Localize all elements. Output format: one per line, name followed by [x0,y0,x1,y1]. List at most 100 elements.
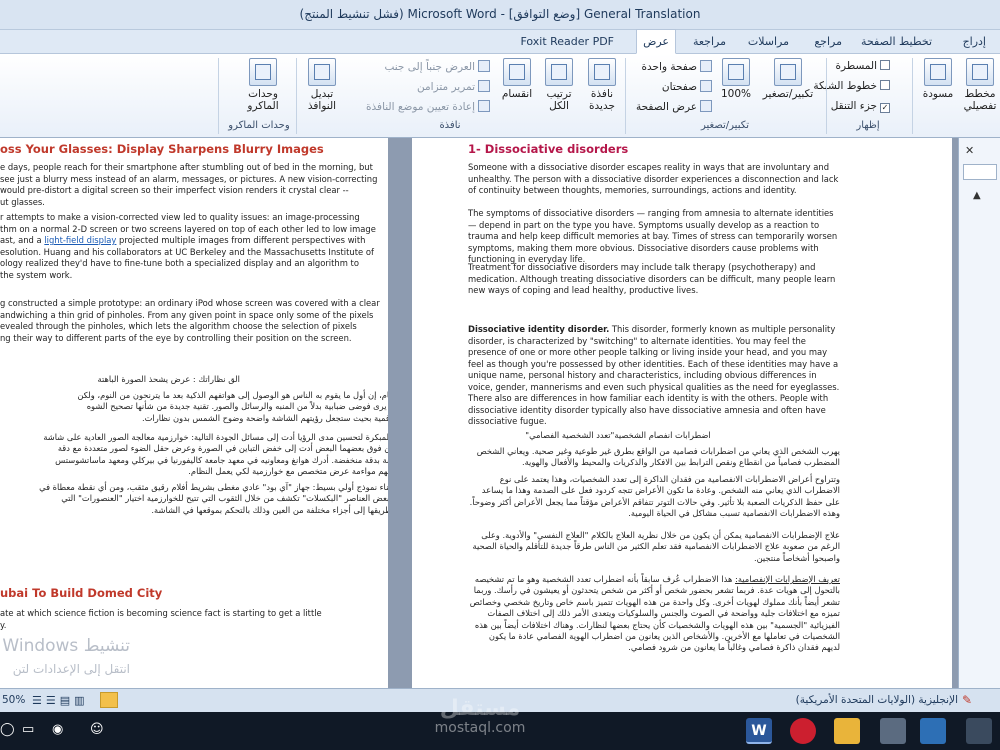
store-icon[interactable] [920,718,946,744]
watermark-latin: mostaql.com [434,720,526,736]
title-bar: General Translation [وضع التوافق] - Micr… [0,0,1000,30]
tab-view[interactable]: عرض [636,29,676,54]
tab-insert[interactable]: إدراج [957,33,992,50]
left-arabic-paragraph-3: قام هوانغ ببناء نموذج أولي بسيط: جهاز "آ… [39,482,388,515]
page-width-button[interactable]: عرض الصفحة [636,100,712,113]
left-page[interactable]: oss Your Glasses: Display Sharpens Blurr… [0,138,388,688]
opera-icon[interactable] [790,718,816,744]
tab-page-layout[interactable]: تخطيط الصفحة [855,33,938,50]
outline-view-button[interactable]: مخطط تفصيلي [960,58,1000,112]
people-icon[interactable]: ☺ [90,722,104,737]
side-by-side-button[interactable]: العرض جنباً إلى جنب [384,60,490,73]
pane-up-arrow-icon[interactable]: ▲ [973,190,981,201]
language-indicator[interactable]: الإنجليزية (الولايات المتحدة الأمريكية) [700,694,958,706]
reset-position-icon [478,100,490,112]
right-paragraph-3: Treatment for dissociative disorders may… [468,262,836,295]
document-workspace: oss Your Glasses: Display Sharpens Blurr… [0,138,1000,688]
task-view-icon[interactable]: ▭ [22,722,34,737]
left-paragraph-1: e days, people reach for their smartphon… [0,162,378,207]
pane-close-icon[interactable]: ✕ [965,144,974,157]
group-label-macros: وحدات الماكرو [228,120,290,131]
pane-search-input[interactable] [963,164,997,180]
group-separator [218,58,219,134]
right-arabic-paragraph-2: وتتراوح أعراض الاضطرابات الانفصامية من ف… [469,474,840,519]
macros-button[interactable]: وحدات الماكرو [236,58,290,112]
two-pages-icon [700,80,712,92]
sync-scroll-icon [478,80,490,92]
light-field-link[interactable]: light-field display [44,235,116,245]
window-title: General Translation [وضع التوافق] - Micr… [299,7,701,21]
new-window-button[interactable]: نافذة جديدة [580,58,624,112]
right-paragraph-1: Someone with a dissociative disorder esc… [468,162,839,195]
right-arabic-paragraph-1: يهرب الشخص الذي يعاني من اضطرابات فصامية… [476,446,840,468]
switch-windows-button[interactable]: تبديل النوافذ [300,58,344,112]
two-pages-button[interactable]: صفحتان [662,80,712,93]
right-paragraph-2: The symptoms of dissociative disorders —… [468,208,838,264]
page-width-icon [700,100,712,112]
group-separator [826,58,827,134]
calculator-icon[interactable] [880,718,906,744]
group-separator [912,58,913,134]
zoom-100-icon [722,58,750,86]
page-gap [388,138,412,688]
checkbox-icon [880,80,890,90]
right-page[interactable]: 1- Dissociative disorders Someone with a… [412,138,952,688]
side-by-side-icon [478,60,490,72]
sync-scroll-button[interactable]: تمرير متزامن [417,80,490,93]
activate-windows-subtitle: انتقل إلى الإعدادات لتن [12,662,130,676]
zoom-100-button[interactable]: 100% [718,58,754,100]
tab-foxit[interactable]: Foxit Reader PDF [514,33,620,50]
watermark-arabic: مستقل [439,696,521,721]
nav-pane-checkbox[interactable]: ✓جزء التنقل [831,100,890,113]
new-window-icon [588,58,616,86]
switch-windows-icon [308,58,336,86]
print-layout-view-icon[interactable] [100,692,118,708]
left-arabic-heading: الق نظاراتك : عرض يشحذ الصورة الباهتة [97,374,240,384]
left-page-heading-2: ubai To Build Domed City [0,586,163,600]
left-arabic-paragraph-1: في هذه الأيام، إن أول ما يقوم به الناس ه… [77,390,388,423]
one-page-icon [700,60,712,72]
gridlines-checkbox[interactable]: خطوط الشبكة [813,80,890,92]
left-paragraph-4: ate at which science fiction is becoming… [0,608,322,630]
tab-review[interactable]: مراجعة [687,33,732,50]
right-paragraph-4: Dissociative identity disorder. This dis… [468,324,840,426]
draft-icon [924,58,952,86]
navigation-pane[interactable]: ✕ ▲ [958,138,1000,688]
draft-view-button[interactable]: مسودة [918,58,958,100]
checkbox-checked-icon: ✓ [880,103,890,113]
taskbar-apps-icon[interactable]: ◉ [52,722,63,737]
checkbox-icon [880,60,890,70]
group-label-show: إظهار [856,120,880,131]
magnifier-icon [774,58,802,86]
taskbar-search-icon[interactable]: ◯ [0,722,15,737]
group-separator [625,58,626,134]
split-icon [503,58,531,86]
reset-position-button[interactable]: إعادة تعيين موضع النافذة [366,100,490,113]
group-label-window: نافذة [439,120,461,131]
zoom-button[interactable]: تكبير/تصغير [756,58,820,100]
right-arabic-paragraph-4: تعريف الإضطرابات الإنفصامية: هذا الاضطرا… [469,574,840,653]
group-separator [296,58,297,134]
right-arabic-title: اضطرابات انفصام الشخصية"تعدد الشخصية الف… [525,430,711,440]
word-taskbar-icon[interactable]: W [746,718,772,744]
proofing-icon[interactable]: ✎ [962,693,972,707]
arrange-all-icon [545,58,573,86]
file-explorer-icon[interactable] [834,718,860,744]
tab-references[interactable]: مراجع [808,33,848,50]
right-arabic-paragraph-3: علاج الإضطرابات الانفصامية يمكن أن يكون … [472,530,841,563]
left-paragraph-2: r attempts to make a vision-corrected vi… [0,212,376,280]
split-button[interactable]: انقسام [496,58,538,100]
ribbon-view: مخطط تفصيلي مسودة المسطرة خطوط الشبكة ✓ج… [0,54,1000,138]
left-arabic-paragraph-2: المحاولات المبكرة لتحسين مدى الرؤيا أدت … [43,432,388,477]
left-paragraph-3: g constructed a simple prototype: an ord… [0,298,380,343]
mail-icon[interactable] [966,718,992,744]
one-page-button[interactable]: صفحة واحدة [642,60,712,73]
view-buttons[interactable]: ☰☰▤▥ [32,694,89,707]
zoom-level[interactable]: 50% [2,694,25,706]
taskbar: ◯ ▭ ◉ ☺ مستقل mostaql.com W [0,696,1000,750]
ruler-checkbox[interactable]: المسطرة [836,60,890,72]
tab-mailings[interactable]: مراسلات [742,33,795,50]
left-page-heading: oss Your Glasses: Display Sharpens Blurr… [0,142,324,156]
arrange-all-button[interactable]: ترتيب الكل [540,58,578,112]
group-label-zoom: تكبير/تصغير [700,120,750,131]
